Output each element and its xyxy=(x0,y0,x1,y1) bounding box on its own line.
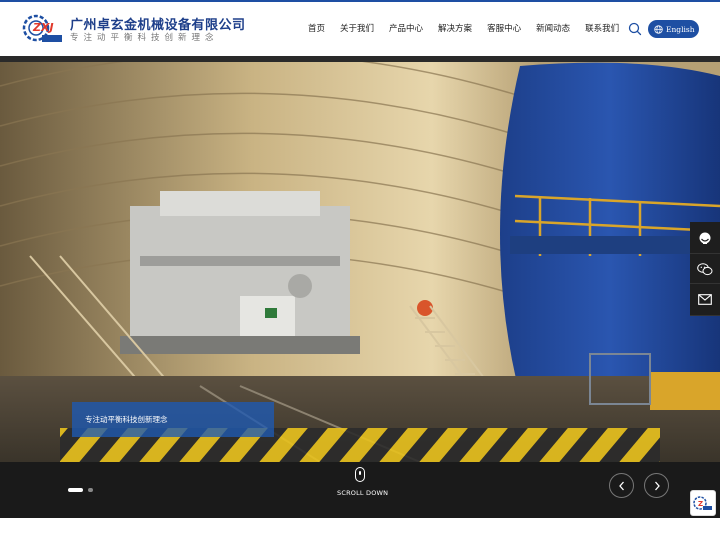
nav-item-products[interactable]: 产品中心 xyxy=(389,22,423,34)
carousel-next-button[interactable] xyxy=(644,473,669,498)
mini-logo-icon: Z xyxy=(693,496,712,510)
svg-text:ZXJ: ZXJ xyxy=(32,21,54,34)
nav-item-home[interactable]: 首页 xyxy=(308,22,325,34)
email-icon xyxy=(698,294,712,305)
customer-service-button[interactable] xyxy=(690,222,720,254)
mouse-scroll-icon[interactable] xyxy=(355,467,365,482)
chevron-left-icon xyxy=(618,481,624,490)
nav-item-solutions[interactable]: 解决方案 xyxy=(438,22,472,34)
carousel-dot-1[interactable] xyxy=(68,488,83,492)
hero-caption: 专注动平衡科技创新理念 xyxy=(72,402,274,437)
carousel-dot-2[interactable] xyxy=(88,488,93,492)
nav-item-news[interactable]: 新闻动态 xyxy=(536,22,570,34)
carousel-prev-button[interactable] xyxy=(609,473,634,498)
email-button[interactable] xyxy=(690,284,720,316)
language-switch-button[interactable]: English xyxy=(648,20,699,38)
wechat-icon xyxy=(697,262,713,275)
nav-item-service[interactable]: 客服中心 xyxy=(487,22,521,34)
svg-text:Z: Z xyxy=(698,500,703,508)
chevron-right-icon xyxy=(654,481,660,490)
page-below-fold xyxy=(0,518,720,540)
company-logo[interactable]: ZXJ xyxy=(22,11,64,45)
hero-banner: 专注动平衡科技创新理念 xyxy=(0,56,720,462)
search-icon[interactable] xyxy=(628,21,642,36)
wechat-button[interactable] xyxy=(690,254,720,284)
site-header: ZXJ 广州卓玄金机械设备有限公司 专注动平衡科技创新理念 首页 关于我们 产品… xyxy=(0,2,720,54)
main-nav: 首页 关于我们 产品中心 解决方案 客服中心 新闻动态 联系我们 xyxy=(308,22,634,34)
corner-logo-badge[interactable]: Z xyxy=(690,490,716,516)
language-label: English xyxy=(666,24,695,34)
scroll-down-label[interactable]: SCROLL DOWN xyxy=(337,489,388,497)
nav-item-contact[interactable]: 联系我们 xyxy=(585,22,619,34)
floating-contact-panel xyxy=(690,222,720,316)
nav-item-about[interactable]: 关于我们 xyxy=(340,22,374,34)
customer-service-icon xyxy=(699,232,711,244)
globe-icon xyxy=(654,24,663,34)
company-slogan: 专注动平衡科技创新理念 xyxy=(70,33,219,43)
